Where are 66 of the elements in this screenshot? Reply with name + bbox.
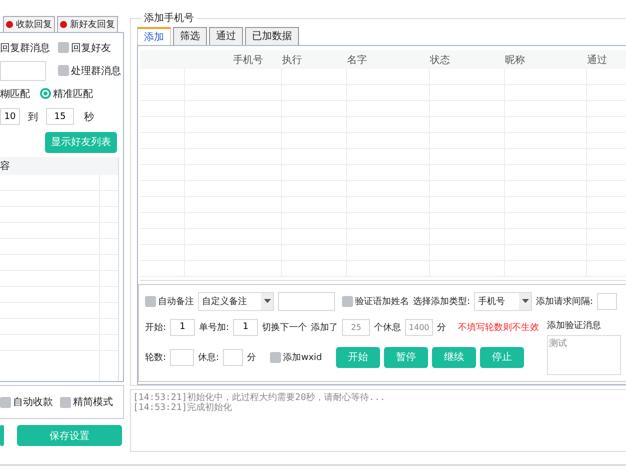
table-header: 通过 [587, 54, 608, 66]
table-header: 昵称 [505, 54, 526, 66]
checkbox[interactable] [58, 42, 69, 53]
label: 休息: [198, 352, 220, 364]
checkbox[interactable] [342, 296, 353, 306]
warning-text: 不填写轮数则不生效 [458, 322, 540, 334]
input-field[interactable]: 1 [170, 318, 196, 336]
radio-label: 精准匹配 [53, 88, 93, 100]
tab[interactable]: 收款回复 [3, 16, 55, 32]
input-field[interactable] [278, 292, 335, 310]
log-line: [14:53:21]完成初始化 [133, 403, 234, 413]
input-field[interactable]: 1400 [405, 318, 434, 336]
checkbox[interactable] [0, 396, 11, 408]
log-line: [14:53:21]初始化中，此过程大约需要20秒，请耐心等待... [133, 393, 386, 403]
label: 秒 [84, 110, 94, 124]
input-field[interactable] [597, 292, 618, 310]
label: 回复群消息 [0, 42, 51, 54]
table-header: 状态 [430, 54, 451, 66]
table-header: 执行 [282, 54, 303, 66]
table-header: 手机号 [232, 54, 264, 66]
label: 添加验证消息 [547, 320, 602, 332]
checkbox[interactable] [60, 396, 71, 408]
label: 糊匹配 [0, 88, 31, 100]
text-area[interactable]: 测试 [547, 335, 622, 375]
tab[interactable]: 添加 [137, 27, 171, 45]
label: 开始: [145, 322, 166, 334]
label: 切换下一个 [262, 322, 308, 334]
tab[interactable]: 筛选 [173, 27, 207, 45]
label: 单号加: [199, 322, 230, 334]
checkbox[interactable] [270, 352, 282, 362]
dropdown[interactable]: 手机号 [474, 292, 532, 310]
label: 添加了 [311, 322, 338, 334]
label: 到 [28, 110, 38, 124]
button[interactable] [0, 425, 4, 446]
caret-icon [264, 299, 270, 303]
checkbox[interactable] [58, 65, 69, 76]
checkbox-label: 添加wxid [283, 352, 322, 364]
label: 添加请求间隔: [536, 296, 594, 308]
tab[interactable]: 已加数据 [245, 27, 299, 45]
checkbox-label: 自动备注 [158, 296, 194, 308]
input-field[interactable]: 1 [233, 318, 258, 336]
input-field[interactable] [170, 348, 194, 366]
checkbox-label: 处理群消息 [71, 64, 121, 78]
table-header: 容 [0, 160, 10, 173]
input-field[interactable] [223, 348, 244, 366]
label: 个休息 [374, 322, 402, 334]
label: 分 [247, 352, 256, 364]
label: 轮数: [145, 352, 166, 364]
checkbox-label: 精简模式 [73, 396, 113, 409]
label: 选择添加类型: [413, 296, 470, 308]
checkbox-label: 自动收款 [13, 396, 53, 409]
table-header: 名字 [347, 54, 368, 66]
radio-button[interactable] [40, 88, 51, 99]
label: 分 [437, 322, 446, 334]
checkbox-label: 验证语加姓名 [355, 296, 409, 308]
dropdown[interactable]: 自定义备注 [198, 292, 274, 310]
input-field[interactable]: 15 [46, 108, 74, 125]
checkbox-label: 回复好友 [71, 42, 111, 54]
tab[interactable]: 通过 [209, 27, 243, 45]
input-field[interactable] [0, 60, 46, 80]
caret-icon [522, 299, 529, 303]
tab[interactable]: 新好友回复 [57, 16, 118, 32]
checkbox[interactable] [145, 296, 156, 306]
input-field[interactable]: 25 [342, 318, 370, 336]
input-field[interactable]: 10 [0, 108, 20, 125]
group-title: 添加手机号 [141, 12, 197, 25]
